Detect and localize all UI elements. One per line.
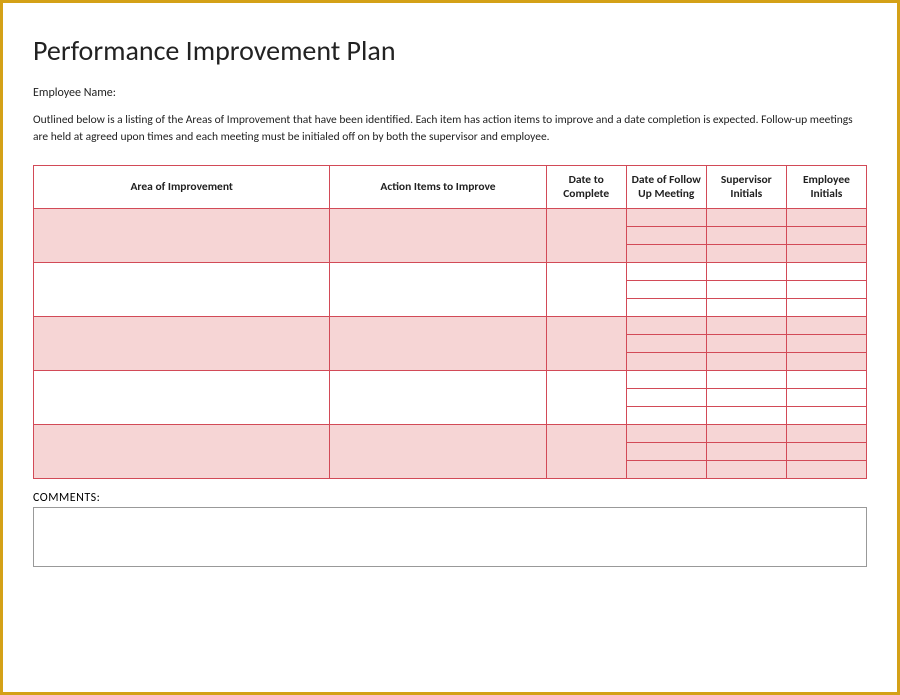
date-complete-cell [546,208,626,262]
employee-initials-cell [786,298,866,316]
supervisor-initials-cell [706,334,786,352]
supervisor-initials-cell [706,298,786,316]
date-follow-cell [626,298,706,316]
supervisor-initials-cell [706,442,786,460]
table-row [34,424,867,442]
page-title: Performance Improvement Plan [33,33,867,68]
date-follow-cell [626,388,706,406]
employee-initials-cell [786,280,866,298]
date-follow-cell [626,316,706,334]
header-employee-initials: Employee Initials [786,165,866,208]
employee-initials-cell [786,226,866,244]
date-complete-cell [546,316,626,370]
date-follow-cell [626,424,706,442]
supervisor-initials-cell [706,352,786,370]
area-cell [34,208,330,262]
employee-initials-cell [786,388,866,406]
employee-initials-cell [786,262,866,280]
date-follow-cell [626,442,706,460]
supervisor-initials-cell [706,226,786,244]
supervisor-initials-cell [706,280,786,298]
date-follow-cell [626,244,706,262]
employee-initials-cell [786,442,866,460]
header-action: Action Items to Improve [330,165,546,208]
table-row [34,262,867,280]
pip-table: Area of Improvement Action Items to Impr… [33,165,867,479]
table-row [34,370,867,388]
supervisor-initials-cell [706,424,786,442]
employee-initials-cell [786,244,866,262]
date-follow-cell [626,406,706,424]
supervisor-initials-cell [706,406,786,424]
employee-initials-cell [786,424,866,442]
employee-initials-cell [786,316,866,334]
supervisor-initials-cell [706,460,786,478]
date-follow-cell [626,370,706,388]
action-cell [330,370,546,424]
employee-initials-cell [786,460,866,478]
date-follow-cell [626,334,706,352]
action-cell [330,262,546,316]
area-cell [34,262,330,316]
table-row [34,208,867,226]
date-follow-cell [626,280,706,298]
date-follow-cell [626,262,706,280]
employee-initials-cell [786,370,866,388]
table-row [34,316,867,334]
supervisor-initials-cell [706,244,786,262]
supervisor-initials-cell [706,388,786,406]
employee-initials-cell [786,334,866,352]
area-cell [34,316,330,370]
header-date-complete: Date to Complete [546,165,626,208]
date-complete-cell [546,424,626,478]
description-text: Outlined below is a listing of the Areas… [33,112,867,147]
date-follow-cell [626,460,706,478]
supervisor-initials-cell [706,208,786,226]
supervisor-initials-cell [706,370,786,388]
action-cell [330,424,546,478]
date-follow-cell [626,208,706,226]
employee-name-label: Employee Name: [33,86,867,100]
supervisor-initials-cell [706,262,786,280]
employee-initials-cell [786,208,866,226]
comments-label: COMMENTS: [33,491,867,505]
supervisor-initials-cell [706,316,786,334]
employee-initials-cell [786,406,866,424]
header-supervisor-initials: Supervisor Initials [706,165,786,208]
date-follow-cell [626,352,706,370]
header-area: Area of Improvement [34,165,330,208]
date-follow-cell [626,226,706,244]
action-cell [330,316,546,370]
table-header-row: Area of Improvement Action Items to Impr… [34,165,867,208]
area-cell [34,424,330,478]
area-cell [34,370,330,424]
employee-initials-cell [786,352,866,370]
date-complete-cell [546,370,626,424]
comments-box [33,507,867,567]
date-complete-cell [546,262,626,316]
action-cell [330,208,546,262]
header-date-follow: Date of Follow Up Meeting [626,165,706,208]
